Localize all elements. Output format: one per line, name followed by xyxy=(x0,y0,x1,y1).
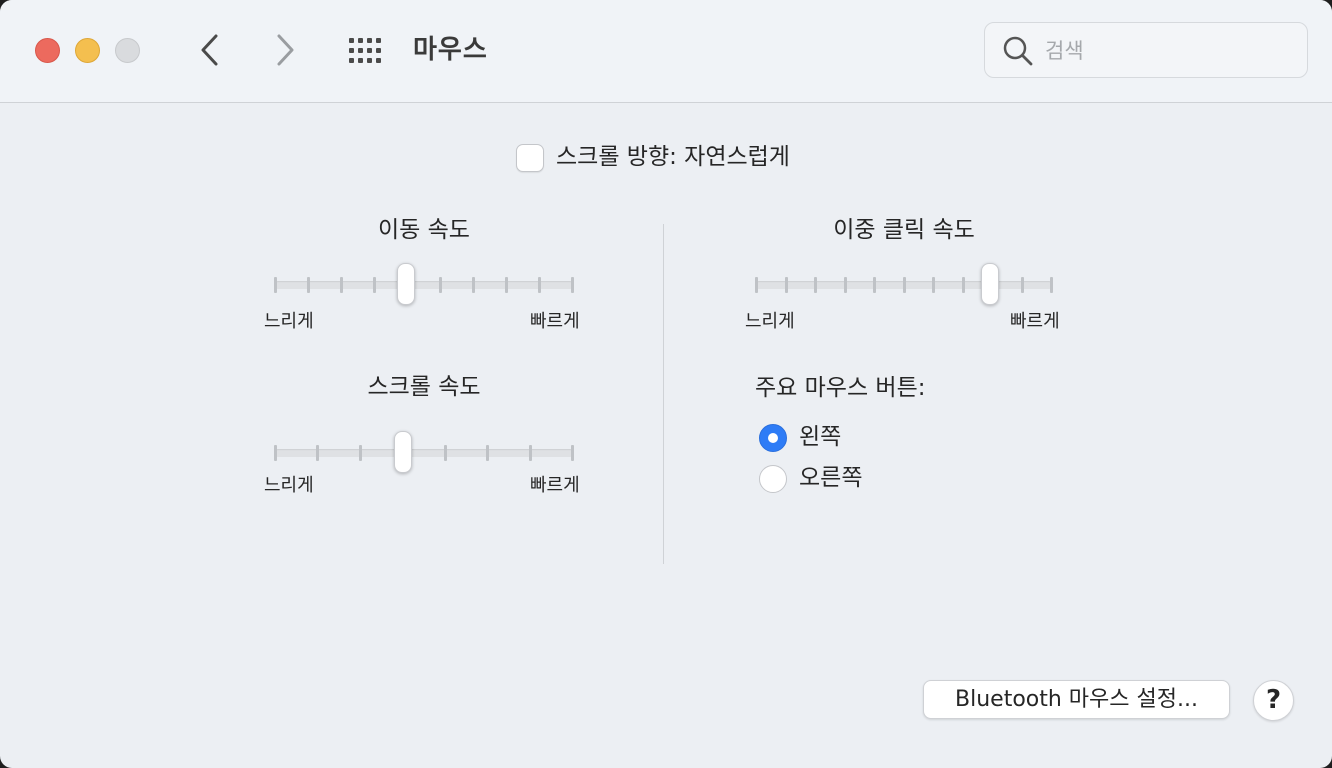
chevron-right-icon xyxy=(277,34,294,66)
radio-left[interactable] xyxy=(759,424,787,452)
radio-left-label[interactable]: 왼쪽 xyxy=(799,421,841,453)
slider-tick xyxy=(486,445,490,461)
slider-tick xyxy=(1020,277,1024,293)
search-field[interactable] xyxy=(984,22,1308,78)
title-bar: 마우스 xyxy=(0,0,1332,103)
slider-tick xyxy=(358,445,362,461)
bluetooth-mouse-setup-button[interactable]: Bluetooth 마우스 설정... xyxy=(923,680,1230,719)
slider-track[interactable] xyxy=(274,281,574,289)
primary-button-title: 주요 마우스 버튼: xyxy=(755,375,926,401)
search-input[interactable] xyxy=(1045,33,1285,69)
scroll-speed-slider[interactable] xyxy=(274,431,574,473)
grid-icon xyxy=(349,38,381,63)
slider-tick xyxy=(755,277,758,293)
zoom-window-button[interactable] xyxy=(115,38,140,63)
radio-right-label[interactable]: 오른쪽 xyxy=(799,462,862,494)
double-click-speed-min-label: 느리게 xyxy=(745,311,795,332)
slider-tick xyxy=(373,277,376,293)
slider-tick xyxy=(472,277,475,293)
slider-tick xyxy=(505,277,508,293)
help-button[interactable]: ? xyxy=(1253,680,1294,721)
slider-tick xyxy=(443,445,447,461)
tracking-speed-slider[interactable] xyxy=(274,263,574,305)
minimize-window-button[interactable] xyxy=(75,38,100,63)
slider-tick xyxy=(307,277,310,293)
close-window-button[interactable] xyxy=(35,38,60,63)
slider-tick xyxy=(932,277,935,293)
slider-tick xyxy=(571,445,574,461)
system-preferences-window: 마우스 스크롤 방향: 자연스럽게 이동 속도 느리게 빠르게 스크롤 속도 느… xyxy=(0,0,1332,768)
slider-tick xyxy=(902,277,906,293)
slider-tick xyxy=(873,277,876,293)
slider-tick xyxy=(814,277,817,293)
double-click-speed-title: 이중 클릭 속도 xyxy=(833,217,975,243)
forward-button[interactable] xyxy=(267,30,303,70)
slider-tick xyxy=(1050,277,1053,293)
natural-scroll-label[interactable]: 스크롤 방향: 자연스럽게 xyxy=(556,141,790,173)
slider-tick xyxy=(538,277,541,293)
show-all-button[interactable] xyxy=(347,36,387,66)
slider-tick xyxy=(571,277,574,293)
slider-tick xyxy=(316,445,320,461)
slider-thumb[interactable] xyxy=(397,263,415,305)
slider-thumb[interactable] xyxy=(394,431,412,473)
slider-tick xyxy=(274,445,277,461)
search-icon xyxy=(1003,36,1033,66)
column-divider xyxy=(663,224,664,564)
scroll-speed-title: 스크롤 속도 xyxy=(367,374,481,400)
scroll-speed-max-label: 빠르게 xyxy=(530,475,580,496)
slider-tick xyxy=(439,277,442,293)
slider-tick xyxy=(528,445,532,461)
back-button[interactable] xyxy=(192,30,228,70)
double-click-speed-max-label: 빠르게 xyxy=(1010,311,1060,332)
natural-scroll-checkbox[interactable] xyxy=(516,144,544,172)
slider-thumb[interactable] xyxy=(981,263,1000,305)
slider-tick xyxy=(340,277,343,293)
chevron-left-icon xyxy=(201,34,218,66)
tracking-speed-title: 이동 속도 xyxy=(378,217,470,243)
slider-tick xyxy=(784,277,788,293)
radio-right[interactable] xyxy=(759,465,787,493)
tracking-speed-max-label: 빠르게 xyxy=(530,311,580,332)
scroll-speed-min-label: 느리게 xyxy=(264,475,314,496)
window-title: 마우스 xyxy=(413,35,488,65)
double-click-speed-slider[interactable] xyxy=(755,263,1053,305)
slider-tick xyxy=(961,277,965,293)
slider-tick xyxy=(843,277,847,293)
tracking-speed-min-label: 느리게 xyxy=(264,311,314,332)
slider-tick xyxy=(274,277,277,293)
